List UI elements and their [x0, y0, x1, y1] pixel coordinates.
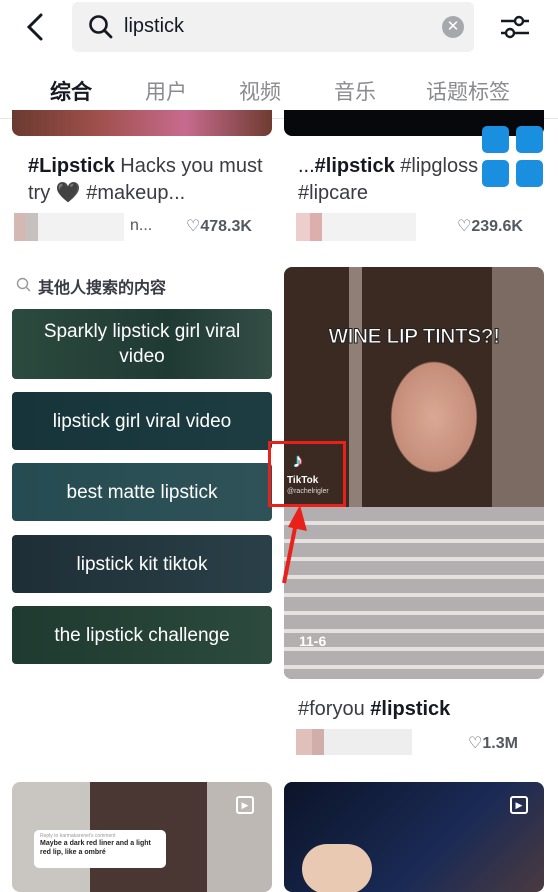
author-name: n...	[130, 217, 153, 234]
like-count: ♡1.3M	[468, 735, 518, 752]
tiktok-logo-icon: ♪	[293, 450, 303, 472]
author-avatar-blurred[interactable]	[296, 213, 416, 241]
floating-grid-button[interactable]	[482, 126, 544, 188]
tab-music[interactable]: 音乐	[334, 76, 376, 106]
watermark-highlight-box: ♪ TikTok @rachelrigler	[268, 441, 346, 507]
filter-icon[interactable]	[498, 10, 532, 44]
search-icon	[89, 15, 113, 39]
multi-video-icon: ▶	[510, 796, 528, 814]
tab-hashtags[interactable]: 话题标签	[426, 76, 510, 106]
clear-icon[interactable]: ✕	[442, 16, 464, 38]
video-thumbnail[interactable]: ▶	[284, 782, 544, 892]
search-input[interactable]: lipstick ✕	[72, 2, 474, 52]
suggestion-item[interactable]: Sparkly lipstick girl viral video	[12, 309, 272, 379]
search-icon	[16, 277, 31, 292]
tiktok-watermark: TikTok	[287, 475, 319, 486]
suggestion-item[interactable]: lipstick girl viral video	[12, 392, 272, 450]
others-searched-title: 其他人搜索的内容	[38, 280, 167, 297]
back-button[interactable]	[22, 12, 50, 42]
video-overlay-title: WINE LIP TINTS?!	[328, 325, 501, 349]
like-count: ♡239.6K	[457, 218, 523, 235]
multi-video-icon: ▶	[236, 796, 254, 814]
author-avatar-blurred[interactable]	[296, 729, 412, 755]
author-avatar-blurred[interactable]	[14, 213, 124, 241]
video-thumbnail[interactable]	[12, 110, 272, 136]
video-caption[interactable]: #Lipstick Hacks you must try 🖤 #makeup..…	[28, 153, 268, 207]
video-date: 11-6	[299, 633, 327, 649]
red-arrow-annotation	[282, 505, 307, 584]
suggestion-item[interactable]: the lipstick challenge	[12, 606, 272, 664]
tab-all[interactable]: 综合	[50, 76, 92, 106]
suggestion-item[interactable]: best matte lipstick	[12, 463, 272, 521]
tab-users[interactable]: 用户	[145, 76, 187, 106]
video-thumbnail[interactable]: Reply to karmakarenel's comment Maybe a …	[12, 782, 272, 892]
suggestion-item[interactable]: lipstick kit tiktok	[12, 535, 272, 593]
like-count: ♡478.3K	[186, 218, 252, 235]
watermark-username: @rachelrigler	[287, 488, 329, 495]
search-query: lipstick	[124, 15, 185, 37]
tab-videos[interactable]: 视频	[239, 76, 281, 106]
video-caption[interactable]: ...#lipstick #lipgloss #lipcare	[298, 153, 488, 207]
comment-reply-bubble: Reply to karmakarenel's comment Maybe a …	[34, 830, 166, 868]
video-caption[interactable]: #foryou #lipstick	[298, 696, 450, 723]
